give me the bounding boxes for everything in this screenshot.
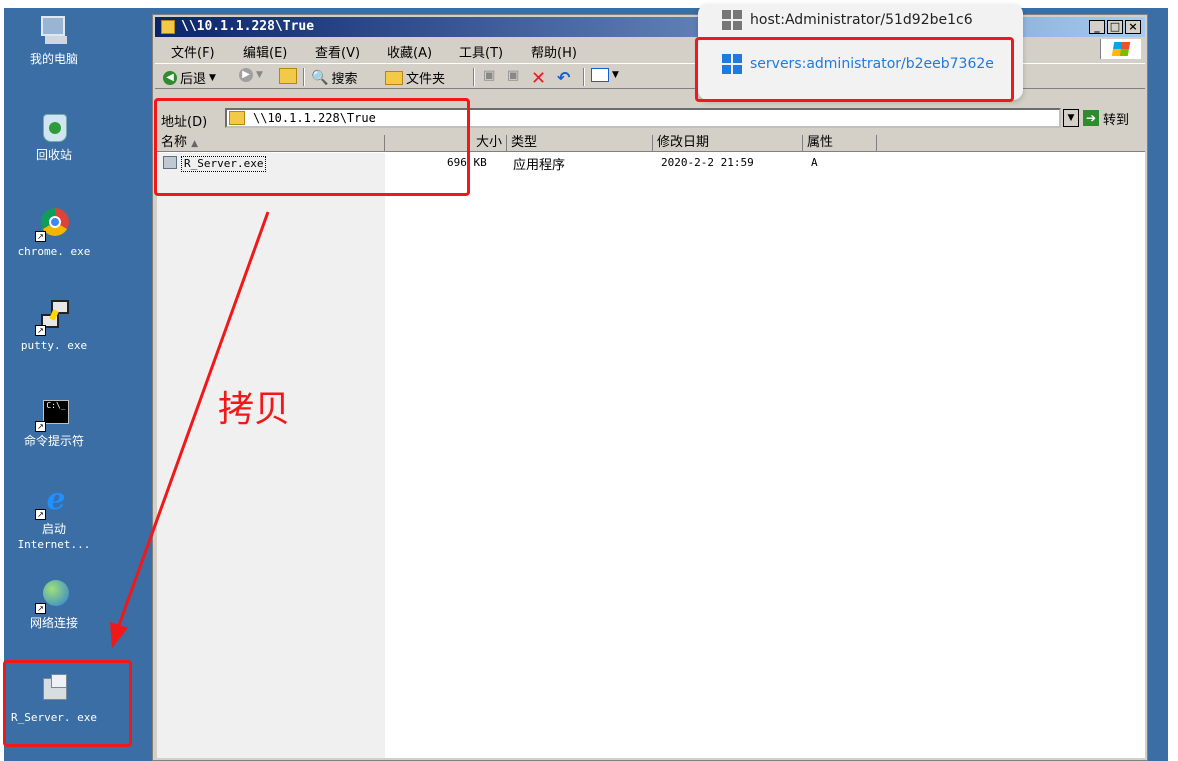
arrow-head-icon bbox=[110, 622, 128, 648]
arrow-line bbox=[116, 211, 270, 629]
copy-arrow bbox=[110, 211, 270, 648]
